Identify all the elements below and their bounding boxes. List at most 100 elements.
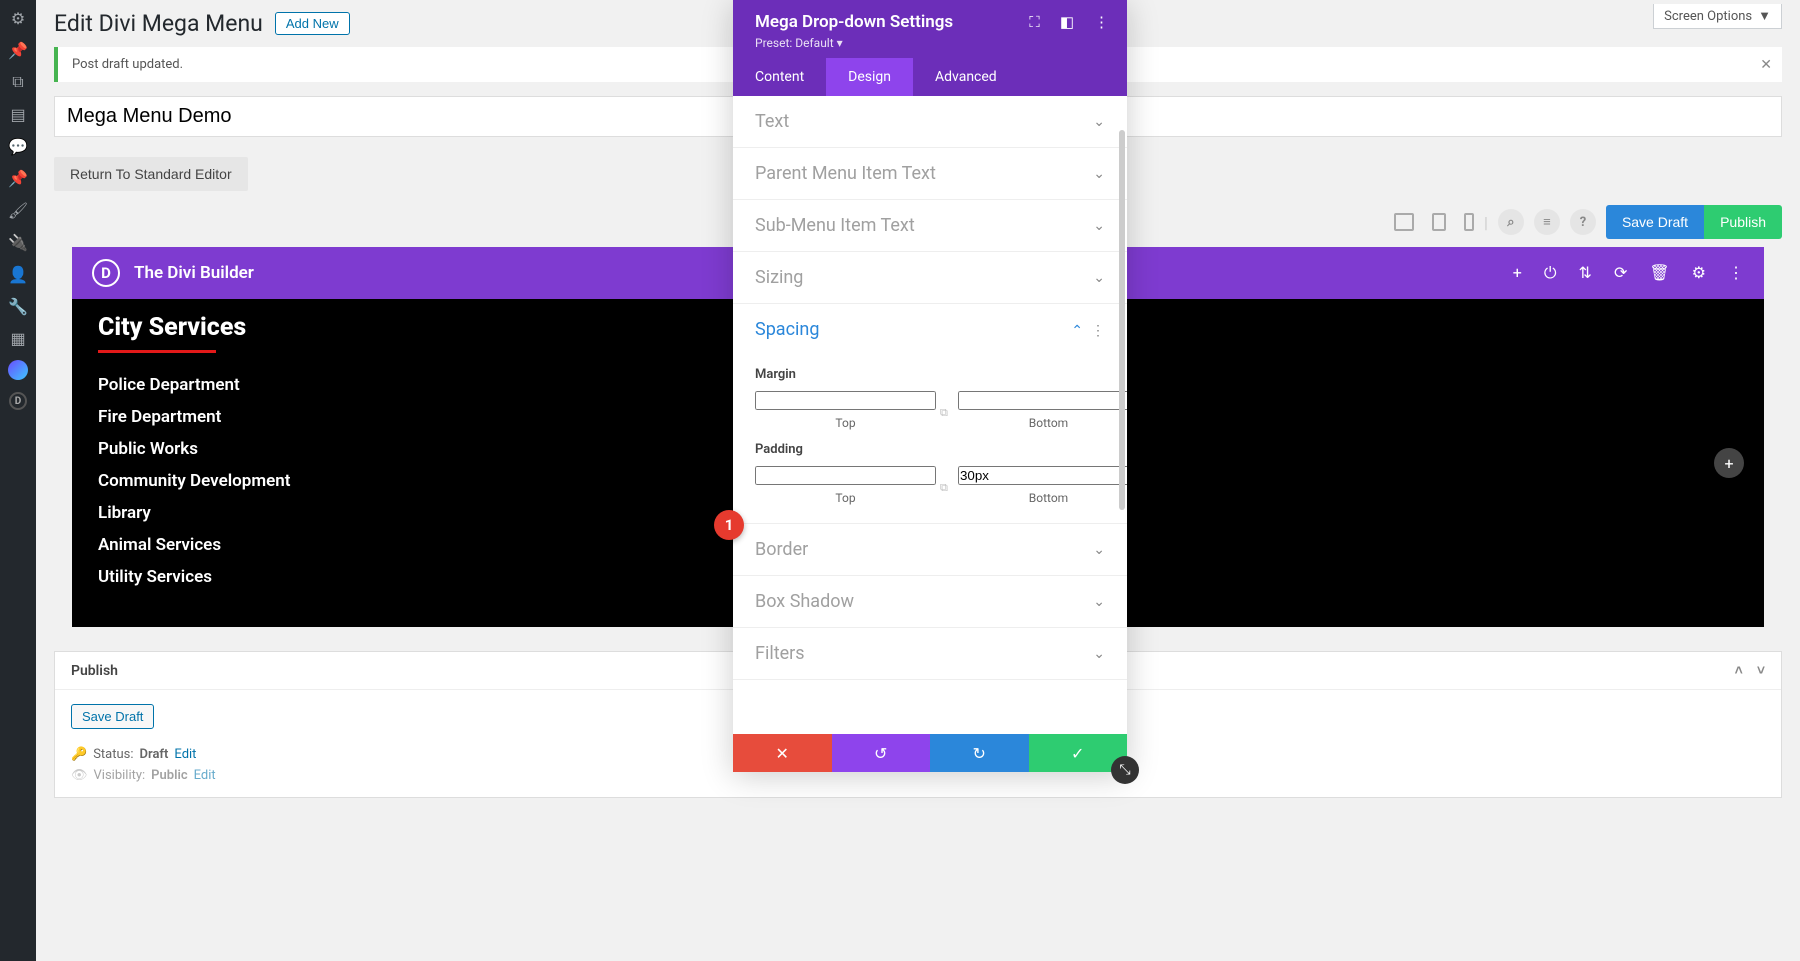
divi-icon[interactable]: D bbox=[9, 392, 27, 410]
modal-tabs: Content Design Advanced bbox=[733, 58, 1127, 96]
chevron-down-icon: ▼ bbox=[1758, 8, 1771, 24]
chevron-down-icon: ⌄ bbox=[1093, 646, 1105, 662]
chevron-down-icon: ⌄ bbox=[1093, 166, 1105, 182]
visibility-value: Public bbox=[151, 768, 187, 783]
section-parent-text[interactable]: Parent Menu Item Text⌄ bbox=[733, 148, 1127, 199]
layers-icon[interactable]: ≡ bbox=[1534, 209, 1560, 235]
desktop-icon[interactable] bbox=[1394, 213, 1414, 231]
theme-logo-icon[interactable] bbox=[8, 360, 28, 380]
save-draft-button[interactable]: Save Draft bbox=[1606, 205, 1704, 239]
section-filters[interactable]: Filters⌄ bbox=[733, 628, 1127, 679]
trash-icon[interactable]: 🗑 bbox=[1649, 263, 1669, 283]
heading-underline bbox=[98, 350, 216, 353]
phone-icon[interactable] bbox=[1464, 213, 1474, 231]
modal-footer: ✕ ↺ ↻ ✓ bbox=[733, 734, 1127, 772]
builder-header-actions: + ⏻ ⇅ ⟳ 🗑 ⚙ ⋮ bbox=[1513, 263, 1744, 283]
dismiss-notice-button[interactable]: ✕ bbox=[1760, 57, 1772, 73]
margin-top-input[interactable] bbox=[755, 391, 936, 410]
dashboard-icon[interactable]: ⚙ bbox=[8, 8, 28, 28]
settings-modal: Mega Drop-down Settings ⛶ ◧ ⋮ Preset: De… bbox=[733, 0, 1127, 772]
user-icon[interactable]: 👤 bbox=[8, 264, 28, 284]
metabox-save-draft-button[interactable]: Save Draft bbox=[71, 704, 154, 729]
publish-box-title: Publish bbox=[71, 663, 118, 679]
screen-options-button[interactable]: Screen Options ▼ bbox=[1653, 4, 1782, 29]
margin-inputs: Top ⧉ Bottom Left ⧉ Right bbox=[755, 390, 1105, 430]
gear-icon[interactable]: ⚙ bbox=[1692, 263, 1706, 283]
history-icon[interactable]: ⟳ bbox=[1614, 263, 1627, 283]
screen-options-label: Screen Options bbox=[1664, 9, 1752, 24]
edit-status-link[interactable]: Edit bbox=[174, 747, 196, 762]
comment-icon[interactable]: 💬 bbox=[8, 136, 28, 156]
tab-content[interactable]: Content bbox=[733, 58, 826, 96]
modal-title: Mega Drop-down Settings bbox=[755, 12, 953, 32]
spacing-content: Margin Top ⧉ Bottom Left ⧉ bbox=[733, 367, 1127, 523]
section-sizing[interactable]: Sizing⌄ bbox=[733, 252, 1127, 303]
tablet-icon[interactable] bbox=[1432, 213, 1446, 231]
add-column-button[interactable]: + bbox=[1714, 448, 1744, 478]
link-icon[interactable]: ⧉ bbox=[940, 481, 948, 494]
modal-more-icon[interactable]: ⋮ bbox=[1094, 13, 1109, 31]
chevron-down-icon: ⌄ bbox=[1093, 594, 1105, 610]
padding-top-input[interactable] bbox=[755, 466, 936, 485]
chevron-down-icon: ⌄ bbox=[1093, 542, 1105, 558]
section-border[interactable]: Border⌄ bbox=[733, 524, 1127, 575]
scrollbar-thumb[interactable] bbox=[1119, 130, 1125, 510]
help-icon[interactable]: ? bbox=[1570, 209, 1596, 235]
more-icon[interactable]: ⋮ bbox=[1728, 263, 1744, 283]
snap-icon[interactable]: ◧ bbox=[1060, 13, 1074, 31]
key-icon: 🔑 bbox=[71, 747, 87, 762]
add-new-button[interactable]: Add New bbox=[275, 12, 350, 35]
cancel-button[interactable]: ✕ bbox=[733, 734, 832, 772]
margin-bottom-input[interactable] bbox=[958, 391, 1127, 410]
publish-button[interactable]: Publish bbox=[1704, 205, 1782, 239]
eye-icon: 👁 bbox=[71, 768, 88, 783]
collapse-up-icon[interactable]: ˄ bbox=[1735, 662, 1743, 679]
return-standard-editor-button[interactable]: Return To Standard Editor bbox=[54, 157, 248, 191]
tab-advanced[interactable]: Advanced bbox=[913, 58, 1019, 96]
pin-icon[interactable]: 📌 bbox=[8, 40, 28, 60]
redo-button[interactable]: ↻ bbox=[930, 734, 1029, 772]
zoom-icon[interactable]: ⌕ bbox=[1498, 209, 1524, 235]
expand-icon[interactable]: ⛶ bbox=[1029, 13, 1040, 31]
edit-visibility-link[interactable]: Edit bbox=[194, 768, 216, 783]
settings-icon[interactable]: ▦ bbox=[8, 328, 28, 348]
padding-bottom-input[interactable] bbox=[958, 466, 1127, 485]
margin-label: Margin bbox=[755, 367, 1105, 382]
section-box-shadow[interactable]: Box Shadow⌄ bbox=[733, 576, 1127, 627]
chevron-down-icon: ⌄ bbox=[1093, 270, 1105, 286]
modal-header[interactable]: Mega Drop-down Settings ⛶ ◧ ⋮ Preset: De… bbox=[733, 0, 1127, 58]
power-icon[interactable]: ⏻ bbox=[1544, 263, 1557, 283]
add-icon[interactable]: + bbox=[1513, 263, 1522, 283]
undo-button[interactable]: ↺ bbox=[832, 734, 931, 772]
admin-sidebar: ⚙ 📌 ⧉ ▤ 💬 📌 🖌 🔌 👤 🔧 ▦ D bbox=[0, 0, 36, 961]
status-value: Draft bbox=[140, 747, 169, 762]
page-icon[interactable]: ▤ bbox=[8, 104, 28, 124]
plugin-icon[interactable]: 🔌 bbox=[8, 232, 28, 252]
section-spacing[interactable]: Spacing ⌃⋮ bbox=[733, 304, 1127, 355]
collapse-down-icon[interactable]: ˅ bbox=[1757, 662, 1765, 679]
brush-icon[interactable]: 🖌 bbox=[8, 200, 28, 220]
section-sub-text[interactable]: Sub-Menu Item Text⌄ bbox=[733, 200, 1127, 251]
resize-handle[interactable]: ⤡ bbox=[1111, 756, 1139, 784]
device-preview-group bbox=[1394, 213, 1474, 231]
padding-inputs: Top ⧉ Bottom Left ⧉ Right bbox=[755, 465, 1105, 505]
sort-icon[interactable]: ⇅ bbox=[1579, 263, 1592, 283]
section-text[interactable]: Text⌄ bbox=[733, 96, 1127, 147]
annotation-marker-1: 1 bbox=[714, 510, 744, 540]
link-icon[interactable]: ⧉ bbox=[940, 406, 948, 419]
notice-text: Post draft updated. bbox=[72, 57, 183, 72]
section-more-icon[interactable]: ⋮ bbox=[1091, 323, 1105, 339]
padding-label: Padding bbox=[755, 442, 1105, 457]
builder-title: The Divi Builder bbox=[134, 263, 254, 283]
preset-chevron-icon: ▾ bbox=[837, 36, 843, 50]
status-label: Status: bbox=[93, 747, 133, 762]
chevron-down-icon: ⌄ bbox=[1093, 114, 1105, 130]
module-icon[interactable]: ⧉ bbox=[8, 72, 28, 92]
pin2-icon[interactable]: 📌 bbox=[8, 168, 28, 188]
modal-preset[interactable]: Preset: Default ▾ bbox=[755, 36, 1109, 50]
visibility-label: Visibility: bbox=[94, 768, 146, 783]
tab-design[interactable]: Design bbox=[826, 58, 913, 96]
tool-icon[interactable]: 🔧 bbox=[8, 296, 28, 316]
divi-logo-icon: D bbox=[92, 259, 120, 287]
chevron-down-icon: ⌄ bbox=[1093, 218, 1105, 234]
